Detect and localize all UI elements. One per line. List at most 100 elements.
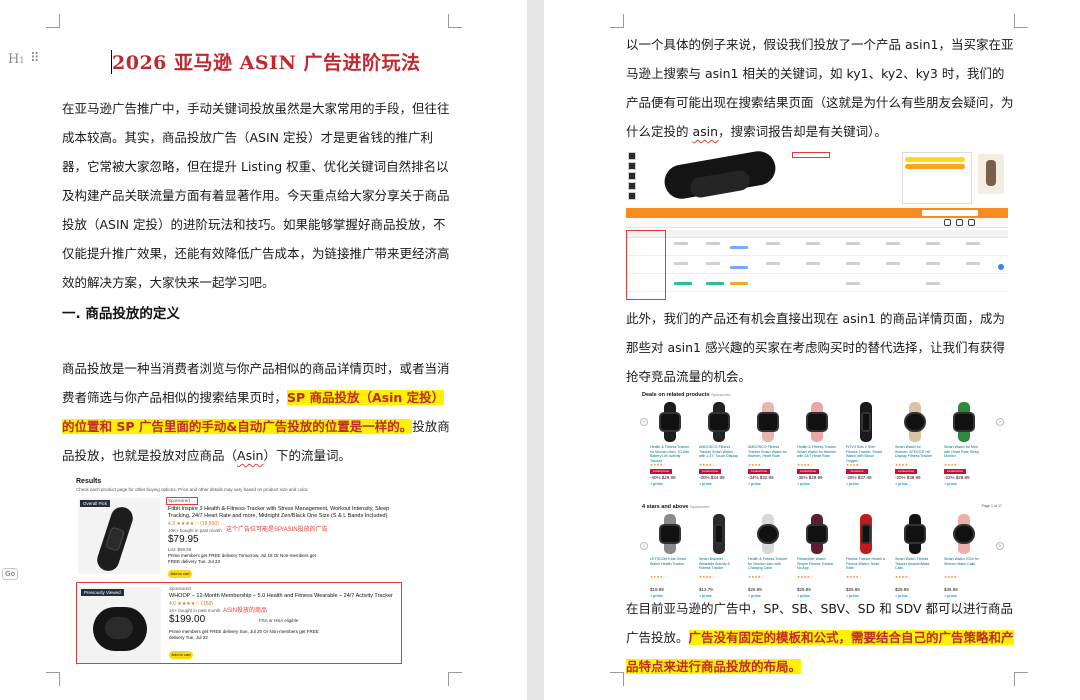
product-image <box>703 402 735 442</box>
prime-badge: ✓prime <box>748 482 761 486</box>
watch-face <box>714 524 724 544</box>
document-title[interactable]: 2026 亚马逊 ASIN 广告进阶玩法 <box>112 48 420 75</box>
conclusion-paragraph[interactable]: 在目前亚马逊的广告中，SP、SB、SBV、SD 和 SDV 都可以进行商品广告投… <box>626 594 1016 681</box>
table-row <box>626 274 1008 292</box>
side-tab-button[interactable]: Go <box>2 568 18 580</box>
crop-mark <box>448 14 462 28</box>
rating-stars: ★★★★☆ <box>846 575 863 579</box>
list-price: List: $99.95 <box>168 547 192 552</box>
embedded-screenshot-search-results[interactable]: Results Check each product page for othe… <box>74 476 404 666</box>
rating-stars: ★★★★☆ <box>650 463 667 467</box>
watch-face <box>659 524 681 544</box>
product-price: -25% $37.49 <box>846 475 872 480</box>
drag-handle-icon[interactable]: ⠿ <box>30 51 39 66</box>
buy-box <box>902 152 972 204</box>
product-price: -35% $29.99 <box>797 475 823 480</box>
product-image <box>752 402 784 442</box>
crop-mark <box>46 672 60 686</box>
toolbar-icon <box>956 219 963 226</box>
carousel-next-icon: › <box>996 418 1004 426</box>
product-image <box>899 402 931 442</box>
carousel-heading-text: 4 stars and above <box>642 504 689 510</box>
product-image <box>899 514 931 554</box>
results-heading: Results <box>76 478 102 485</box>
watch-face <box>757 524 779 544</box>
section-heading[interactable]: 一. 商品投放的定义 <box>62 302 180 322</box>
product-tile: Smart Watch for Women, AFEGGE HD Display… <box>895 402 935 498</box>
table-header <box>626 230 1008 238</box>
product-tile: AMDOSCO Fitness Tracker Smart Watch with… <box>699 402 739 498</box>
add-to-cart-button: Add to cart <box>168 570 192 578</box>
rating-stars: ★★★★☆ <box>748 575 765 579</box>
product-price: -34% $32.99 <box>748 475 774 480</box>
product-image <box>801 514 833 554</box>
carousel-heading: 4 stars and above Sponsored <box>642 504 709 510</box>
definition-text: ）下的流量词。 <box>263 448 351 463</box>
asin-column-highlight <box>626 230 666 300</box>
product-title: AMDOSCO Fitness Tracker Smart Watch with… <box>699 445 738 459</box>
console-table <box>626 230 1008 300</box>
embedded-screenshot-deals[interactable]: Deals on related products Sponsored Heal… <box>640 390 1006 598</box>
watch-face <box>659 412 681 432</box>
product-title: WHOOP – 12-Month Membership – 5.0 Health… <box>169 593 393 599</box>
result-card-highlighted: Previously Viewed Sponsored WHOOP – 12-M… <box>76 582 402 664</box>
product-carousel-row: Health & Fitness Tracker for Women Men, … <box>650 402 996 498</box>
rating-stars: ★★★★☆ <box>895 463 912 467</box>
deal-badge: Limited time deal <box>699 469 721 478</box>
product-title: LETSCOM Kids Smart Watch Health Tracker <box>650 557 686 566</box>
product-title: Health & Fitness Tracker for Women Men w… <box>748 557 788 571</box>
product-image <box>630 150 779 208</box>
product-title: Smart Watch for Women, AFEGGE HD Display… <box>895 445 933 459</box>
product-price: $29.99 <box>895 587 909 592</box>
bought-count: 10K+ bought in past month <box>168 528 222 533</box>
band-screen <box>105 617 133 639</box>
crop-mark <box>46 14 60 28</box>
product-image <box>948 514 980 554</box>
product-price: $79.95 <box>168 534 199 545</box>
product-price: -30% $34.99 <box>699 475 725 480</box>
heading-style-icon[interactable]: H1 <box>8 52 24 67</box>
table-row <box>626 238 1008 256</box>
result-card: Overall Pick Sponsored Fitbit Inspire 3 … <box>76 494 402 580</box>
console-orange-bar <box>626 208 1008 218</box>
detail-page-paragraph[interactable]: 此外，我们的产品还有机会直接出现在 asin1 的商品详情页面，成为那些对 as… <box>626 304 1016 391</box>
sponsored-label: Sponsored <box>169 586 191 591</box>
example-paragraph[interactable]: 以一个具体的例子来说，假设我们投放了一个产品 asin1，当买家在亚马逊上搜索与… <box>626 30 1016 146</box>
intro-paragraph[interactable]: 在亚马逊广告推广中，手动关键词投放虽然是大家常用的手段，但往往成本较高。其实，商… <box>62 94 452 297</box>
spellcheck-word: Asin <box>237 448 264 463</box>
buy-now-shape <box>905 164 965 169</box>
product-image <box>948 402 980 442</box>
sponsored-label: Sponsored <box>690 504 710 509</box>
toolbar-icon <box>944 219 951 226</box>
add-to-cart-shape <box>905 157 965 162</box>
page-indicator: Page 1 of 17 <box>981 504 1002 508</box>
product-price: -40% $29.99 <box>650 475 676 480</box>
product-image <box>703 514 735 554</box>
product-image <box>801 402 833 442</box>
definition-paragraph[interactable]: 商品投放是一种当消费者浏览与你产品相似的商品详情页时，或者当消费者筛选与你产品相… <box>62 354 452 470</box>
carousel-prev-icon: ‹ <box>640 542 648 550</box>
embedded-screenshot-ad-console[interactable] <box>626 150 1008 302</box>
watch-face <box>953 412 975 432</box>
product-image <box>850 402 882 442</box>
carousel-prev-icon: ‹ <box>640 418 648 426</box>
product-title: Smart Watch for Men with Heart Rate Slee… <box>944 445 979 459</box>
status-dot <box>998 264 1004 270</box>
watch-face <box>904 524 926 544</box>
watch-face <box>861 524 871 544</box>
annotation-red: ASIN投放的商品 <box>223 608 268 614</box>
deal-badge: Limited time deal <box>748 469 770 478</box>
product-image: Overall Pick <box>78 498 160 574</box>
deal-badge: Limited time deal <box>797 469 819 478</box>
previously-viewed-badge: Previously Viewed <box>81 589 124 596</box>
product-title: Health & Fitness Tracker Smart Watch for… <box>797 445 837 459</box>
console-search-shape <box>922 210 978 216</box>
sponsored-label: Sponsored <box>711 392 731 397</box>
fsa-note: FSA or HSA eligible <box>259 618 299 623</box>
delivery-info: Prime members get FREE delivery Tomorrow… <box>168 553 316 564</box>
watch-face <box>806 412 828 432</box>
product-title: Smart Watch Fitness Tracker Answer/Make … <box>895 557 930 571</box>
product-image <box>752 514 784 554</box>
product-price: $36.99 <box>944 587 958 592</box>
product-price: $12.79 <box>699 587 713 592</box>
